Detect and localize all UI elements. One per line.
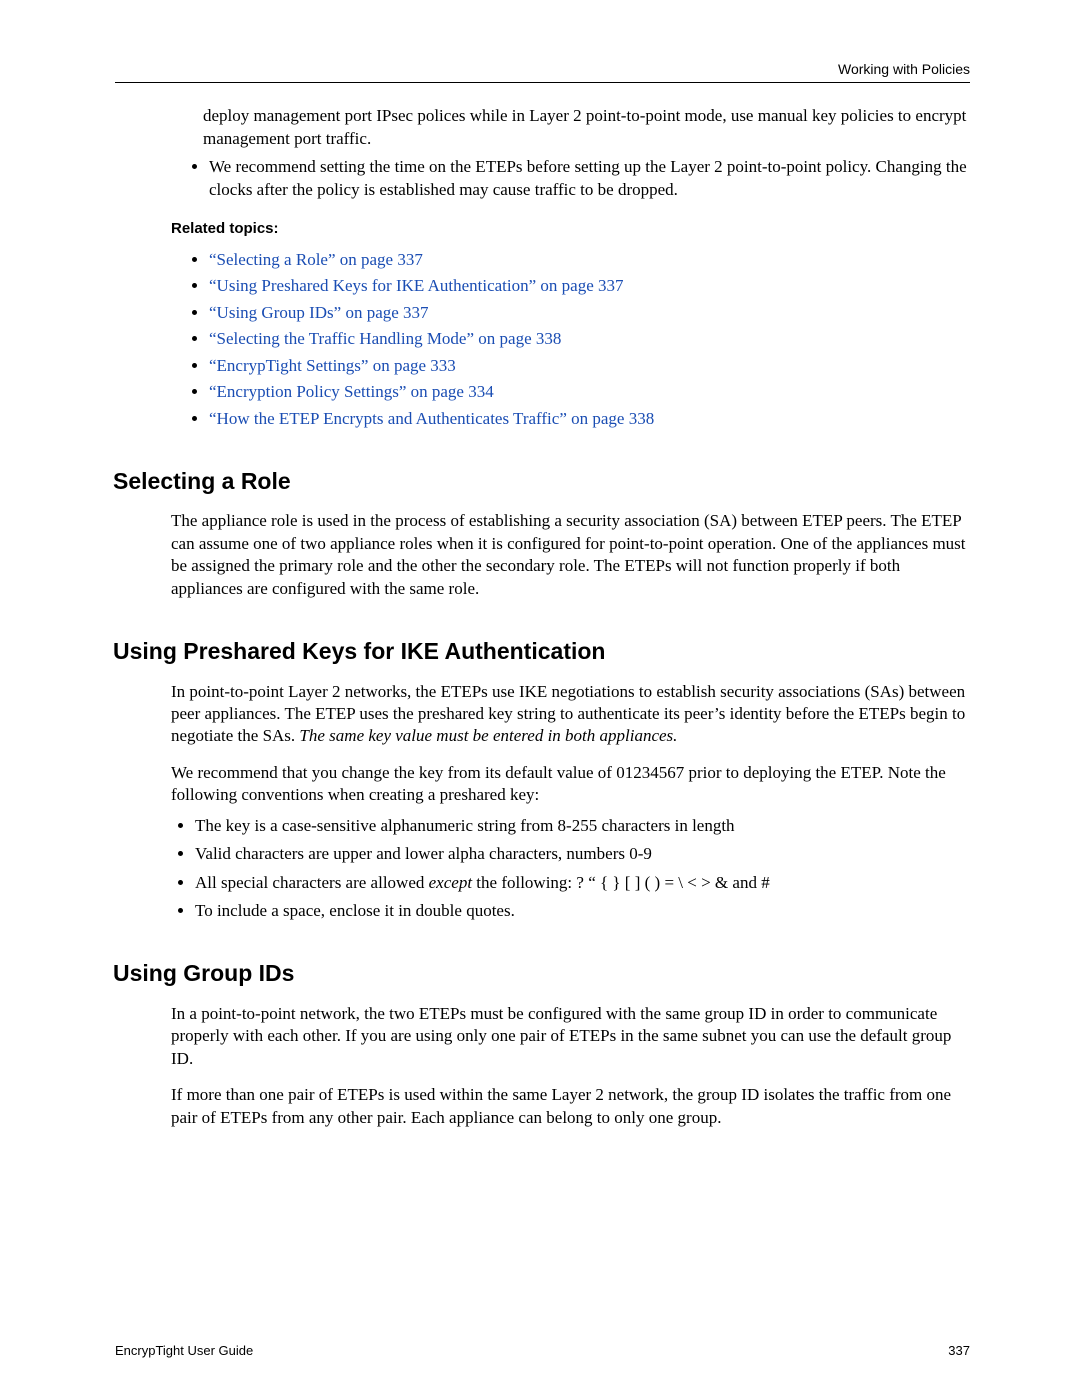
section-body-group-ids: In a point-to-point network, the two ETE… — [171, 1003, 970, 1129]
preshared-bullet-3: All special characters are allowed excep… — [195, 872, 970, 894]
related-link-5[interactable]: “EncrypTight Settings” on page 333 — [209, 356, 456, 375]
document-page: Working with Policies deploy management … — [0, 0, 1080, 1397]
related-link-1[interactable]: “Selecting a Role” on page 337 — [209, 250, 423, 269]
header-section-title: Working with Policies — [115, 60, 970, 78]
group-ids-p2: If more than one pair of ETEPs is used w… — [171, 1084, 970, 1129]
footer-page-number: 337 — [948, 1342, 970, 1359]
section-heading-selecting-role: Selecting a Role — [113, 466, 970, 496]
footer-left: EncrypTight User Guide — [115, 1342, 253, 1359]
continued-paragraph: deploy management port IPsec polices whi… — [203, 105, 970, 150]
related-link-4[interactable]: “Selecting the Traffic Handling Mode” on… — [209, 329, 561, 348]
selecting-role-p1: The appliance role is used in the proces… — [171, 510, 970, 600]
preshared-bullet-1: The key is a case-sensitive alphanumeric… — [195, 815, 970, 837]
section-heading-group-ids: Using Group IDs — [113, 958, 970, 988]
intro-bullet-1: We recommend setting the time on the ETE… — [209, 156, 970, 201]
body-block: deploy management port IPsec polices whi… — [185, 105, 970, 430]
preshared-bullet-2: Valid characters are upper and lower alp… — [195, 843, 970, 865]
related-link-3[interactable]: “Using Group IDs” on page 337 — [209, 303, 429, 322]
related-topics-heading: Related topics: — [171, 219, 970, 239]
preshared-bullet-4: To include a space, enclose it in double… — [195, 900, 970, 922]
header-rule — [115, 82, 970, 83]
related-link-6[interactable]: “Encryption Policy Settings” on page 334 — [209, 382, 494, 401]
preshared-bullet-3a: All special characters are allowed — [195, 873, 429, 892]
section-body-preshared: In point-to-point Layer 2 networks, the … — [171, 681, 970, 923]
related-link-7[interactable]: “How the ETEP Encrypts and Authenticates… — [209, 409, 654, 428]
preshared-bullet-3c: the following: ? “ { } [ ] ( ) = \ < > &… — [472, 873, 770, 892]
preshared-bullet-3b: except — [429, 873, 472, 892]
related-topics-list: “Selecting a Role” on page 337 “Using Pr… — [189, 249, 970, 430]
preshared-p1-italic: The same key value must be entered in bo… — [299, 726, 677, 745]
group-ids-p1: In a point-to-point network, the two ETE… — [171, 1003, 970, 1070]
preshared-p1: In point-to-point Layer 2 networks, the … — [171, 681, 970, 748]
intro-bullets: We recommend setting the time on the ETE… — [189, 156, 970, 201]
preshared-p2: We recommend that you change the key fro… — [171, 762, 970, 807]
page-footer: EncrypTight User Guide 337 — [115, 1342, 970, 1359]
section-heading-preshared: Using Preshared Keys for IKE Authenticat… — [113, 636, 970, 666]
preshared-bullets: The key is a case-sensitive alphanumeric… — [175, 815, 970, 923]
section-body-selecting-role: The appliance role is used in the proces… — [171, 510, 970, 600]
related-link-2[interactable]: “Using Preshared Keys for IKE Authentica… — [209, 276, 624, 295]
